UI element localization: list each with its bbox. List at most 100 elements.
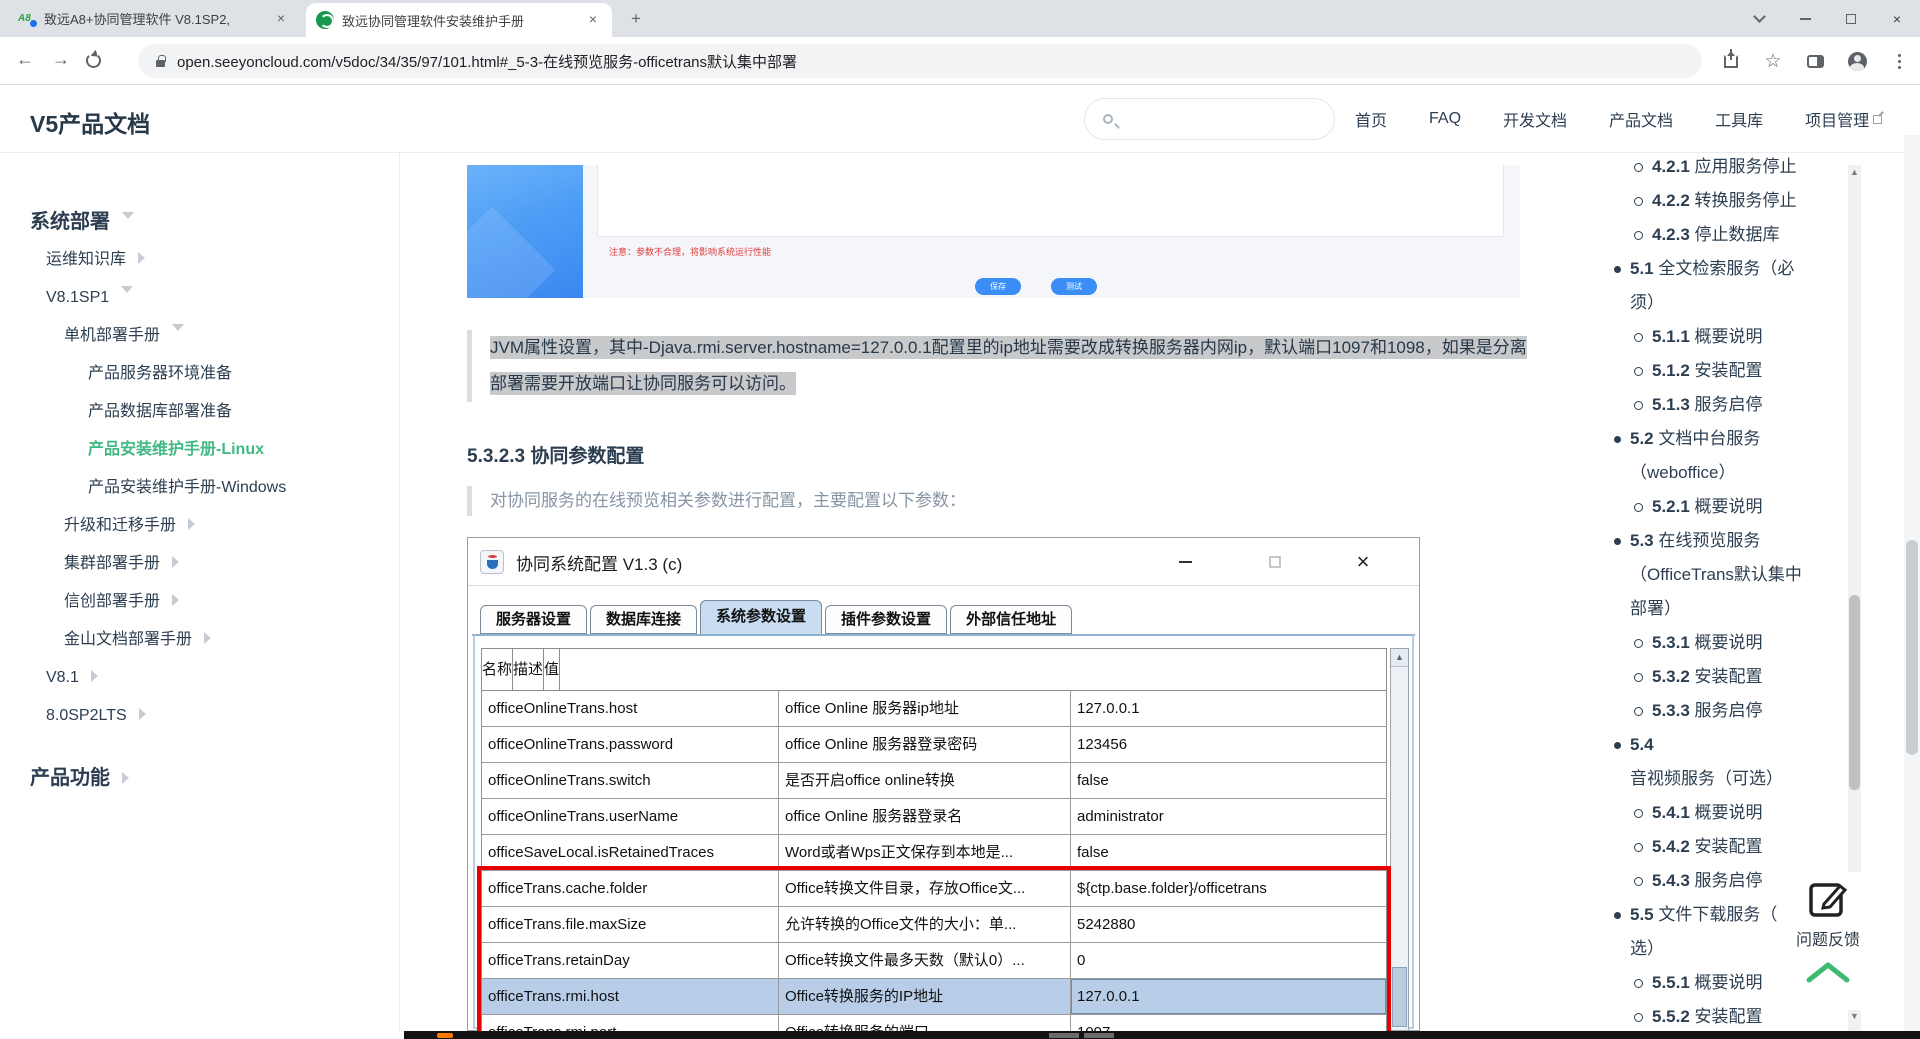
tab-title: 致远协同管理软件安装维护手册 [342,11,578,30]
share-button[interactable] [1710,55,1752,68]
cell-value: false [1071,763,1386,798]
site-logo[interactable]: V5产品文档 [30,105,150,139]
figure-buttons: 保存测试 [975,278,1097,295]
sidebar-item[interactable]: 集群部署手册 [0,545,399,583]
toc-item[interactable]: 5.3 在线预览服务（OfficeTrans默认集中部署） [1612,524,1808,626]
sidebar-item[interactable]: 信创部署手册 [0,583,399,621]
back-to-top-button[interactable] [1805,960,1851,984]
config-table-header: 名称描述值 [482,649,1386,691]
sidebar-item[interactable]: 产品服务器环境准备 [0,355,399,393]
search-icon [1103,114,1113,124]
new-tab-button[interactable]: + [624,7,648,31]
feedback-label[interactable]: 问题反馈 [1778,926,1878,950]
sidebar-item[interactable]: 运维知识库 [0,241,399,279]
sidebar-item[interactable]: 单机部署手册 [0,317,399,355]
cell-name: officeSaveLocal.isRetainedTraces [482,835,779,870]
chevron-down-icon [1753,10,1766,23]
back-button[interactable]: ← [16,49,34,70]
bookmark-button[interactable]: ☆ [1752,50,1794,73]
toc-item[interactable]: 4.2.1 应用服务停止 [1612,153,1808,184]
toc-item[interactable]: 5.2 文档中台服务（weboffice） [1612,422,1808,490]
scrollbar-thumb[interactable] [1849,595,1860,790]
toc-item[interactable]: 5.4 音视频服务（可选） [1612,728,1808,796]
tab-search-button[interactable] [1736,0,1782,37]
browser-tab-active[interactable]: 致远协同管理软件安装维护手册 × [306,3,612,37]
window-minimize-button[interactable] [1782,0,1828,37]
lock-icon [156,60,165,67]
toc-item[interactable]: 5.4.1 概要说明 [1612,796,1808,830]
sidebar-item[interactable]: V8.1 [0,659,399,697]
feedback-pencil-icon[interactable] [1806,876,1850,920]
search-input[interactable] [1123,111,1320,127]
minimize-icon [1800,18,1811,20]
page-scrollbar[interactable] [1904,135,1920,1039]
sidebar-item[interactable]: V8.1SP1 [0,279,399,317]
cell-description: 是否开启office online转换 [779,763,1071,798]
taskbar-segment [1084,1033,1114,1038]
profile-button[interactable] [1836,52,1878,71]
reload-button[interactable] [86,53,101,68]
scrollbar-thumb[interactable] [1906,540,1918,755]
address-bar[interactable]: open.seeyoncloud.com/v5doc/34/35/97/101.… [138,44,1702,78]
table-row: officeOnlineTrans.userName office Online… [482,799,1386,835]
seeyon-favicon-icon [316,11,334,29]
browser-tab-inactive[interactable]: A8 致远A8+协同管理软件 V8.1SP2, × [8,0,300,37]
sidebar-item[interactable]: 升级和迁移手册 [0,507,399,545]
sidebar-item[interactable]: 产品安装维护手册-Linux [0,431,399,469]
cell-value: 127.0.0.1 [1071,691,1386,726]
nav-link[interactable]: 工具库 [1715,107,1767,131]
nav-link[interactable]: 项目管理 [1805,107,1882,131]
search-box[interactable] [1084,98,1335,140]
nav-link[interactable]: FAQ [1429,110,1465,128]
sidebar-item[interactable]: 产品功能 [0,759,399,797]
column-header: 描述 [513,649,544,690]
scroll-up-icon[interactable]: ▲ [1848,167,1861,177]
side-panel-button[interactable] [1794,55,1836,68]
figure-button: 保存 [975,278,1021,295]
tab-close-icon[interactable]: × [272,10,290,28]
browser-toolbar: ← → open.seeyoncloud.com/v5doc/34/35/97/… [0,37,1920,85]
top-nav: 首页 FAQ 开发文档 产品文档 [1355,85,1882,153]
window-close-button[interactable]: × [1874,0,1920,37]
cell-value: administrator [1071,799,1386,834]
sidebar-item[interactable]: 金山文档部署手册 [0,621,399,659]
app-tab: 系统参数设置 [700,600,822,634]
external-link-icon [1873,115,1882,124]
tab-close-icon[interactable]: × [584,11,602,29]
nav-link[interactable]: 开发文档 [1503,107,1571,131]
table-scrollbar: ▲ [1390,648,1409,1031]
cell-description: office Online 服务器登录名 [779,799,1071,834]
toc-item[interactable]: 5.4.2 安装配置 [1612,830,1808,864]
toc-item[interactable]: 4.2.2 转换服务停止 [1612,184,1808,218]
nav-link[interactable]: 首页 [1355,107,1391,131]
table-row: officeOnlineTrans.host office Online 服务器… [482,691,1386,727]
intro-blockquote: 对协同服务的在线预览相关参数进行配置，主要配置以下参数： [467,486,1367,516]
taskbar-segment [1049,1033,1079,1038]
toc-item[interactable]: 5.2.1 概要说明 [1612,490,1808,524]
toc-item[interactable]: 4.2.3 停止数据库 [1612,218,1808,252]
toc-item[interactable]: 5.1.1 概要说明 [1612,320,1808,354]
cell-name: officeOnlineTrans.switch [482,763,779,798]
cell-name: officeOnlineTrans.userName [482,799,779,834]
sidebar-item[interactable]: 产品数据库部署准备 [0,393,399,431]
maximize-icon [1269,556,1281,568]
sidebar-item[interactable]: 8.0SP2LTS [0,697,399,735]
toc-item[interactable]: 5.1.2 安装配置 [1612,354,1808,388]
toc-item[interactable]: 5.1 全文检索服务（必须） [1612,252,1808,320]
toc-item[interactable]: 5.3.1 概要说明 [1612,626,1808,660]
nav-link[interactable]: 产品文档 [1609,107,1677,131]
app-minimize-button [1162,538,1208,586]
share-icon [1724,55,1738,68]
toc-item[interactable]: 5.3.2 安装配置 [1612,660,1808,694]
toc-item[interactable]: 5.3.3 服务启停 [1612,694,1808,728]
scroll-down-icon[interactable]: ▼ [1848,1011,1861,1021]
section-heading[interactable]: 5.3.2.3 协同参数配置 [467,441,644,468]
sidebar-item[interactable]: 系统部署 [0,203,399,241]
figure-blue-panel [467,165,583,298]
window-maximize-button[interactable] [1828,0,1874,37]
sidebar-item[interactable]: 产品安装维护手册-Windows [0,469,399,507]
toc-item[interactable]: 5.1.3 服务启停 [1612,388,1808,422]
taskbar-strip [404,1031,1920,1039]
forward-button[interactable]: → [52,49,70,70]
table-row: officeOnlineTrans.switch 是否开启office onli… [482,763,1386,799]
